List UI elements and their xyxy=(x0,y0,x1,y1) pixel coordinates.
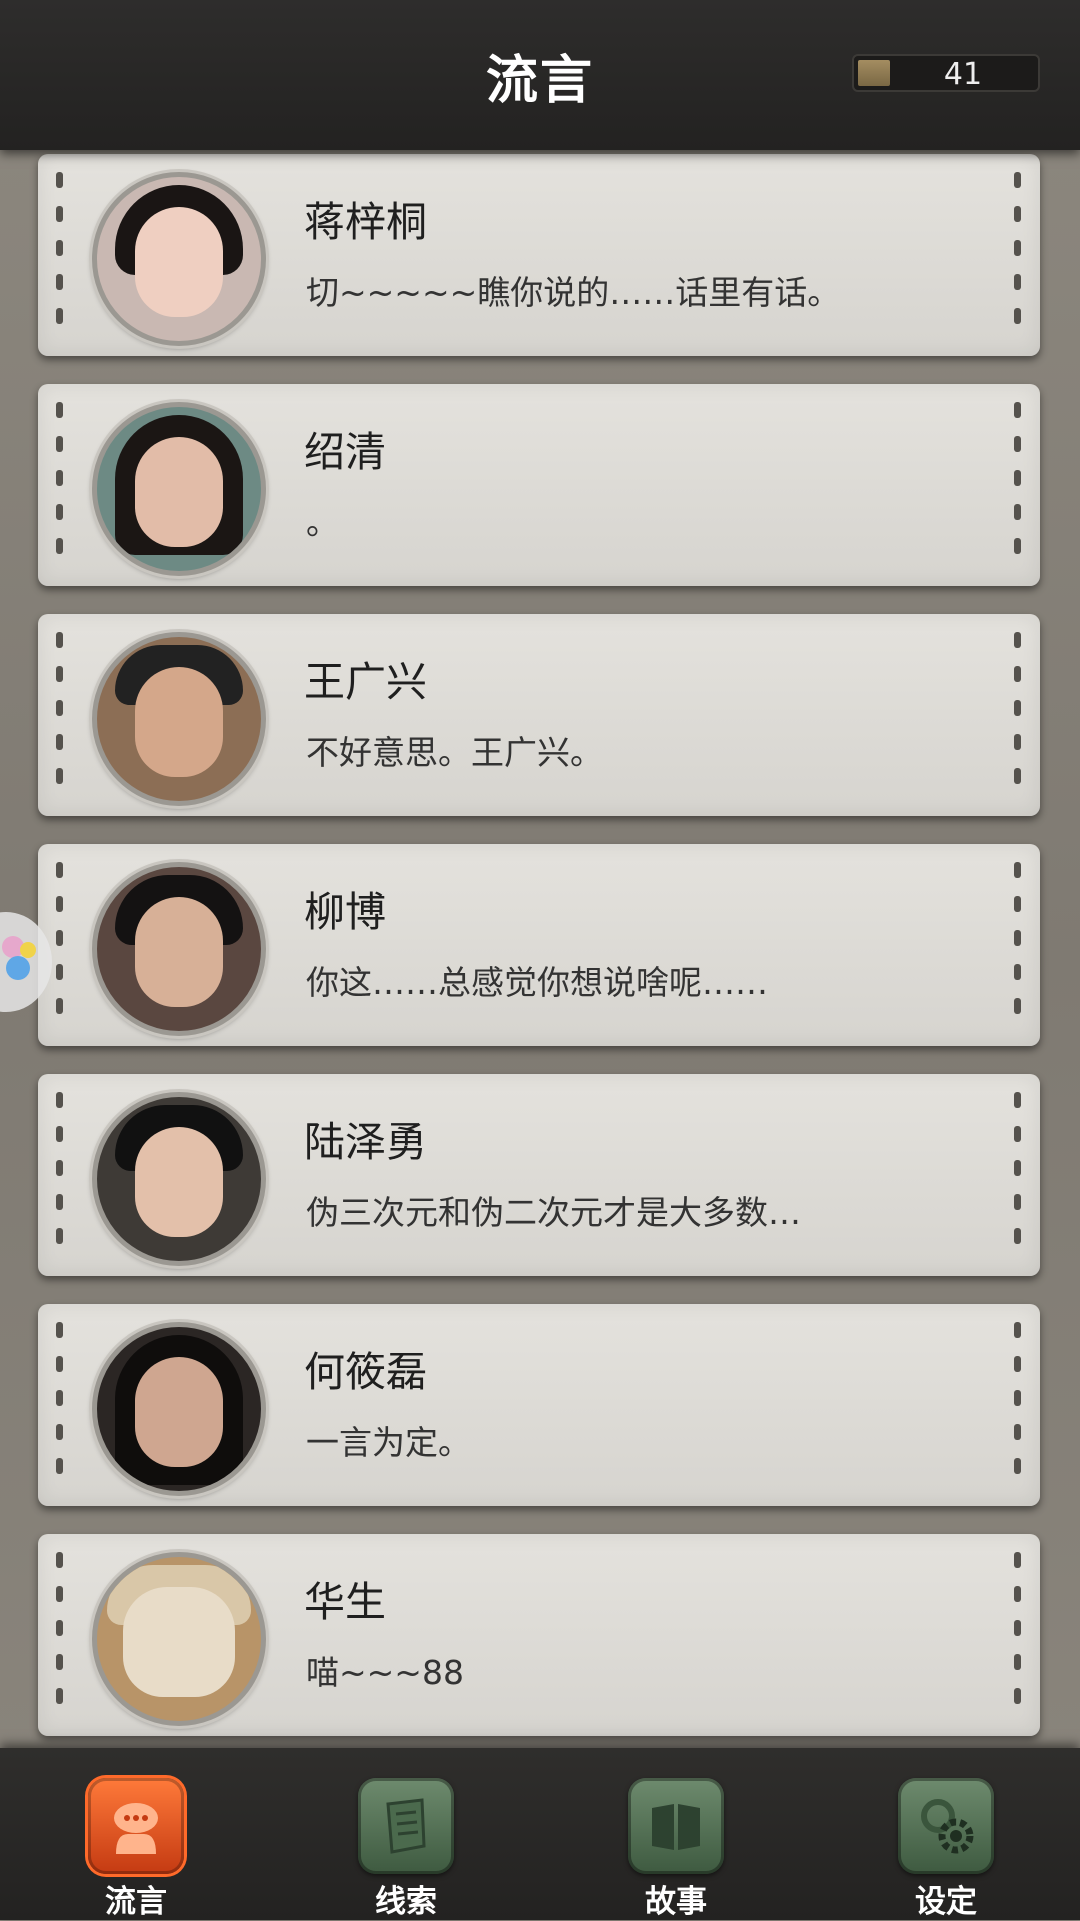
contact-message: 切~~~~~瞧你说的……话里有话。 xyxy=(306,273,841,312)
contact-name: 柳博 xyxy=(304,888,386,936)
contact-card[interactable]: 柳博 你这……总感觉你想说啥呢…… xyxy=(38,844,1040,1046)
contact-card[interactable]: 陆泽勇 伪三次元和伪二次元才是大多数… xyxy=(38,1074,1040,1276)
contact-card[interactable]: 王广兴 不好意思。王广兴。 xyxy=(38,614,1040,816)
avatar xyxy=(92,402,266,576)
gear-icon xyxy=(898,1778,994,1874)
tab-rumors[interactable]: 流言 xyxy=(88,1778,184,1920)
contact-name: 何筱磊 xyxy=(304,1348,427,1396)
currency-count: 41 xyxy=(943,57,983,92)
card-holes-right xyxy=(1014,1552,1022,1720)
chat-bubble-icon xyxy=(88,1778,184,1874)
contact-message: 。 xyxy=(306,503,339,542)
card-holes-left xyxy=(56,172,64,340)
contact-card[interactable]: 何筱磊 一言为定。 xyxy=(38,1304,1040,1506)
contact-card[interactable]: 绍清 。 xyxy=(38,384,1040,586)
currency-icon xyxy=(858,60,890,86)
card-holes-left xyxy=(56,1322,64,1490)
avatar xyxy=(92,1092,266,1266)
card-holes-left xyxy=(56,1092,64,1260)
card-holes-left xyxy=(56,862,64,1030)
avatar xyxy=(92,1552,266,1726)
avatar xyxy=(92,632,266,806)
contact-card[interactable]: 华生 喵~~~88 xyxy=(38,1534,1040,1736)
bottom-tab-bar: 流言 线索 故事 设定 xyxy=(0,1748,1080,1920)
tab-settings[interactable]: 设定 xyxy=(898,1778,994,1920)
contact-name: 绍清 xyxy=(304,428,386,476)
tab-clues[interactable]: 线索 xyxy=(358,1778,454,1920)
tab-label: 线索 xyxy=(375,1884,437,1920)
card-holes-right xyxy=(1014,632,1022,800)
avatar xyxy=(92,1322,266,1496)
contact-message: 你这……总感觉你想说啥呢…… xyxy=(306,963,768,1002)
contact-card[interactable]: 蒋梓桐 切~~~~~瞧你说的……话里有话。 xyxy=(38,154,1040,356)
tab-label: 设定 xyxy=(915,1884,977,1920)
contact-message: 喵~~~88 xyxy=(306,1653,464,1692)
contact-name: 王广兴 xyxy=(304,658,427,706)
contact-message: 一言为定。 xyxy=(306,1423,471,1462)
tab-label: 流言 xyxy=(105,1884,167,1920)
card-holes-right xyxy=(1014,862,1022,1030)
contact-name: 蒋梓桐 xyxy=(304,198,427,246)
contact-list: 蒋梓桐 切~~~~~瞧你说的……话里有话。 绍清 。 王广兴 不好意思。王广兴。… xyxy=(0,150,1080,1748)
contact-message: 不好意思。王广兴。 xyxy=(306,733,603,772)
contact-name: 陆泽勇 xyxy=(304,1118,427,1166)
card-holes-right xyxy=(1014,172,1022,340)
card-holes-right xyxy=(1014,402,1022,570)
contact-name: 华生 xyxy=(304,1578,386,1626)
avatar xyxy=(92,172,266,346)
card-holes-right xyxy=(1014,1322,1022,1490)
card-holes-left xyxy=(56,402,64,570)
contact-message: 伪三次元和伪二次元才是大多数… xyxy=(306,1193,801,1232)
card-holes-left xyxy=(56,632,64,800)
tab-stories[interactable]: 故事 xyxy=(628,1778,724,1920)
tab-label: 故事 xyxy=(645,1884,707,1920)
book-icon xyxy=(628,1778,724,1874)
currency-counter: 41 xyxy=(852,54,1040,92)
note-paper-icon xyxy=(358,1778,454,1874)
card-holes-right xyxy=(1014,1092,1022,1260)
header-bar: 流言 41 xyxy=(0,0,1080,150)
card-holes-left xyxy=(56,1552,64,1720)
avatar xyxy=(92,862,266,1036)
